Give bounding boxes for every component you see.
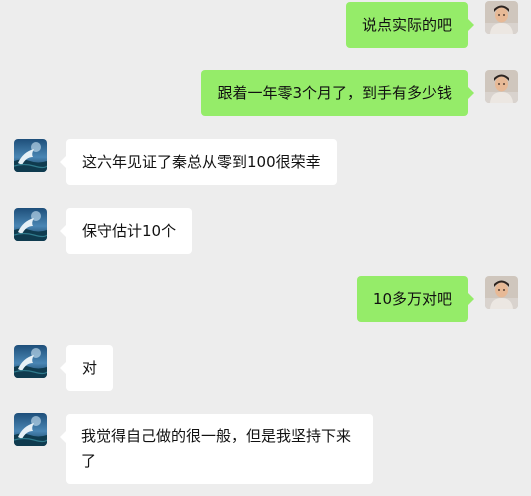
person-photo-avatar-icon — [485, 276, 518, 309]
person-photo-avatar-icon — [485, 70, 518, 103]
dolphin-ocean-avatar-icon — [14, 413, 47, 446]
self-avatar[interactable] — [485, 1, 518, 34]
message-bubble[interactable]: 说点实际的吧 — [345, 2, 475, 48]
peer-avatar[interactable] — [14, 208, 47, 241]
message-bubble[interactable]: 保守估计10个 — [59, 208, 193, 254]
message-bubble[interactable]: 对 — [59, 345, 114, 391]
peer-avatar[interactable] — [14, 139, 47, 172]
self-avatar[interactable] — [485, 70, 518, 103]
peer-avatar[interactable] — [14, 345, 47, 378]
self-avatar[interactable] — [485, 276, 518, 309]
chat-message-list[interactable]: 说点实际的吧 跟着一年零3个月了，到手有多少钱 这六年见证了秦总从零到100很荣… — [0, 0, 531, 496]
dolphin-ocean-avatar-icon — [14, 208, 47, 241]
dolphin-ocean-avatar-icon — [14, 139, 47, 172]
message-bubble[interactable]: 我觉得自己做的很一般，但是我坚持下来了 — [60, 414, 373, 484]
message-bubble[interactable]: 10多万对吧 — [356, 276, 475, 322]
peer-avatar[interactable] — [14, 413, 47, 446]
dolphin-ocean-avatar-icon — [14, 345, 47, 378]
person-photo-avatar-icon — [485, 1, 518, 34]
message-bubble[interactable]: 跟着一年零3个月了，到手有多少钱 — [201, 70, 474, 116]
message-bubble[interactable]: 这六年见证了秦总从零到100很荣幸 — [60, 139, 337, 185]
